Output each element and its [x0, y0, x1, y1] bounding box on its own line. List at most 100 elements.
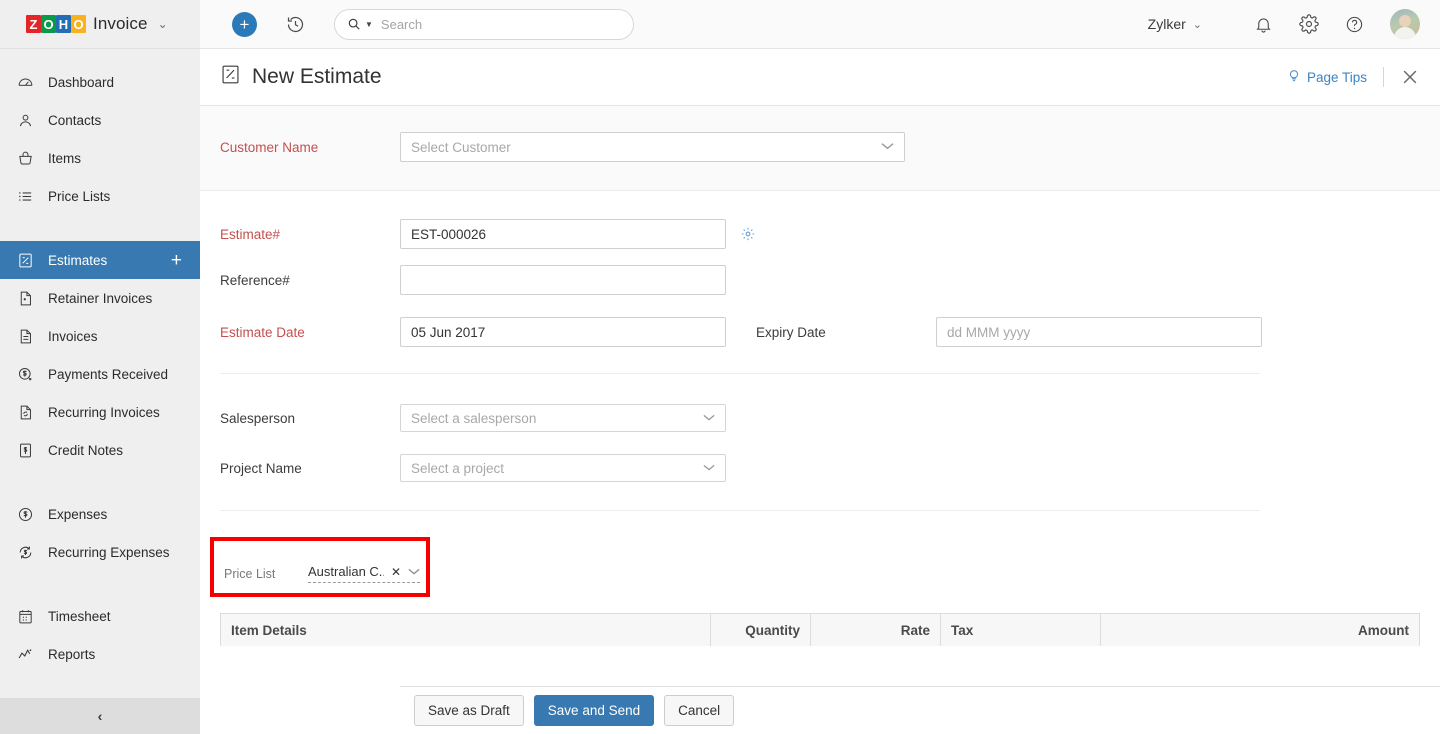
page-tips-label: Page Tips — [1306, 69, 1367, 85]
expiry-date-label: Expiry Date — [756, 324, 826, 340]
clear-price-list-icon[interactable]: ✕ — [391, 565, 401, 579]
items-table-header: Item Details Quantity Rate Tax Amount — [221, 614, 1419, 646]
sidebar-item-recurring-invoices[interactable]: Recurring Invoices — [0, 393, 200, 431]
doc-lines-icon — [16, 327, 34, 345]
sidebar-item-label: Contacts — [48, 112, 102, 128]
estimate-number-label: Estimate# — [220, 226, 281, 242]
question-circle-icon[interactable] — [1345, 15, 1364, 34]
price-list-highlight-box: Price List Australian C... ✕ — [210, 537, 430, 597]
price-list-value: Australian C... — [308, 564, 384, 579]
column-header-item-details: Item Details — [221, 614, 711, 646]
estimate-number-value: EST-000026 — [411, 226, 487, 242]
search-icon — [347, 17, 361, 31]
salesperson-label: Salesperson — [220, 410, 296, 426]
chevron-down-icon — [703, 462, 715, 474]
estimate-date-label: Estimate Date — [220, 324, 305, 340]
sidebar-item-label: Retainer Invoices — [48, 290, 153, 306]
chevron-down-icon[interactable]: ⌄ — [158, 17, 168, 31]
gauge-icon — [16, 73, 34, 91]
sidebar-item-retainer-invoices[interactable]: Retainer Invoices — [0, 279, 200, 317]
page-title-text: New Estimate — [252, 65, 382, 88]
brand-product-name: Invoice — [93, 14, 148, 33]
save-as-draft-button[interactable]: Save as Draft — [414, 695, 524, 726]
sidebar-item-label: Credit Notes — [48, 442, 124, 458]
sidebar-item-recurring-expenses[interactable]: Recurring Expenses — [0, 533, 200, 571]
avatar[interactable] — [1390, 9, 1420, 39]
search-input[interactable] — [380, 16, 621, 32]
project-name-select[interactable]: Select a project — [400, 454, 726, 482]
doc-dot-icon — [16, 289, 34, 307]
chevron-down-icon[interactable] — [408, 566, 420, 578]
close-icon[interactable] — [1400, 67, 1420, 87]
price-list-section: Price List Australian C... ✕ — [200, 537, 1440, 597]
sidebar-item-timesheet[interactable]: Timesheet — [0, 597, 200, 635]
estimate-date-input[interactable]: 05 Jun 2017 — [400, 317, 726, 347]
gear-icon[interactable] — [740, 226, 756, 242]
logo-tile-o2: O — [71, 15, 86, 33]
list-icon — [16, 187, 34, 205]
salesperson-row: Salesperson Select a salesperson — [200, 404, 1440, 432]
doc-dollar-icon — [16, 441, 34, 459]
expiry-date-input[interactable]: dd MMM yyyy — [936, 317, 1262, 347]
page-tips-button[interactable]: Page Tips — [1287, 68, 1367, 87]
sidebar-item-label: Items — [48, 150, 82, 166]
sidebar-item-estimates[interactable]: Estimates + — [0, 241, 200, 279]
sidebar-item-credit-notes[interactable]: Credit Notes — [0, 431, 200, 469]
org-switcher[interactable]: Zylker — [1148, 16, 1186, 32]
reference-number-input[interactable] — [400, 265, 726, 295]
estimate-form: Customer Name Select Customer Estimate# … — [200, 106, 1440, 734]
calendar-icon — [16, 607, 34, 625]
estimate-details-section: Estimate# EST-000026 Reference# Estimate… — [200, 191, 1440, 646]
sidebar-item-reports[interactable]: Reports — [0, 635, 200, 673]
bell-icon[interactable] — [1254, 15, 1273, 34]
logo-tile-o1: O — [41, 15, 56, 33]
cancel-button[interactable]: Cancel — [664, 695, 735, 726]
recent-history-icon[interactable] — [285, 14, 306, 35]
sidebar-item-dashboard[interactable]: Dashboard — [0, 63, 200, 101]
sidebar-item-payments-received[interactable]: Payments Received — [0, 355, 200, 393]
add-estimate-button[interactable]: + — [171, 251, 182, 270]
dollar-circle-icon — [16, 505, 34, 523]
reference-number-row: Reference# — [200, 265, 1440, 295]
search-scope-caret-icon[interactable]: ▼ — [365, 20, 373, 29]
salesperson-select[interactable]: Select a salesperson — [400, 404, 726, 432]
sidebar-item-expenses[interactable]: Expenses — [0, 495, 200, 533]
page-header: New Estimate Page Tips — [200, 49, 1440, 106]
sidebar-item-label: Estimates — [48, 252, 108, 268]
quick-create-button[interactable]: + — [232, 11, 257, 37]
sidebar-collapse-button[interactable]: ‹ — [0, 698, 200, 734]
customer-name-value: Select Customer — [411, 139, 511, 155]
main-area: + ▼ Zylker ⌄ — [200, 0, 1440, 734]
sidebar-item-label: Recurring Invoices — [48, 404, 160, 420]
basket-icon — [16, 149, 34, 167]
gear-icon[interactable] — [1299, 14, 1319, 34]
page-header-actions: Page Tips — [1287, 67, 1420, 87]
brand-logo[interactable]: Z O H O Invoice ⌄ — [0, 0, 200, 49]
chevron-down-icon[interactable]: ⌄ — [1193, 18, 1202, 31]
sidebar-item-label: Reports — [48, 646, 96, 662]
customer-name-select[interactable]: Select Customer — [400, 132, 905, 162]
dates-row: Estimate Date 05 Jun 2017 Expiry Date dd… — [200, 317, 1440, 347]
sidebar-item-contacts[interactable]: Contacts — [0, 101, 200, 139]
sidebar-item-invoices[interactable]: Invoices — [0, 317, 200, 355]
sidebar-item-label: Invoices — [48, 328, 98, 344]
sidebar-item-items[interactable]: Items — [0, 139, 200, 177]
estimate-number-input[interactable]: EST-000026 — [400, 219, 726, 249]
chevron-down-icon — [703, 412, 715, 424]
items-table: Item Details Quantity Rate Tax Amount — [220, 613, 1420, 646]
estimate-icon — [16, 251, 34, 269]
search-box[interactable]: ▼ — [334, 8, 634, 40]
sidebar-item-label: Dashboard — [48, 74, 115, 90]
dollar-refresh-icon — [16, 543, 34, 561]
sidebar-item-price-lists[interactable]: Price Lists — [0, 177, 200, 215]
save-and-send-button[interactable]: Save and Send — [533, 695, 655, 726]
price-list-control[interactable]: Price List Australian C... ✕ — [214, 564, 420, 593]
doc-refresh-icon — [16, 403, 34, 421]
price-list-value-wrap[interactable]: Australian C... ✕ — [308, 564, 420, 583]
